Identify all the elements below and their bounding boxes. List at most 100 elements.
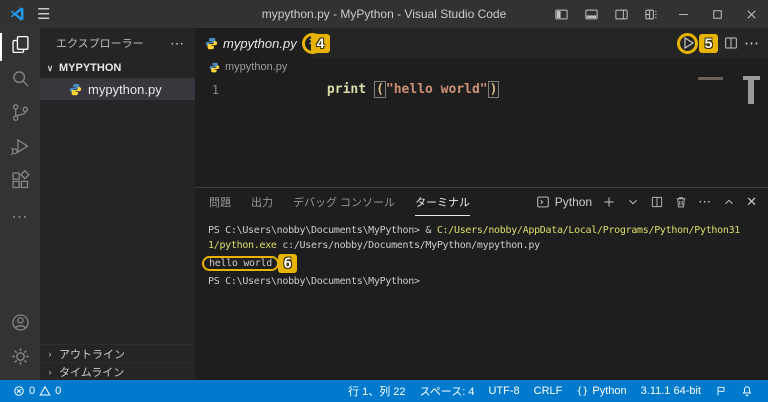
workspace-folder-row[interactable]: ∨ MYPYTHON: [40, 58, 195, 78]
run-python-file-icon[interactable]: [680, 35, 696, 51]
error-icon: [13, 385, 25, 397]
cursor-position-status[interactable]: 行 1、列 22: [343, 383, 410, 399]
bottom-panel: 問題 出力 デバッグ コンソール ターミナル Python ⋯ ✕ PS C:\…: [195, 187, 768, 380]
vscode-window: ☰ mypython.py - MyPython - Visual Studio…: [0, 0, 768, 402]
menu-icon[interactable]: ☰: [37, 7, 50, 22]
indentation-status[interactable]: スペース: 4: [415, 383, 480, 399]
maximize-button[interactable]: [700, 0, 734, 28]
search-icon: [10, 68, 31, 94]
gear-icon: [10, 346, 31, 372]
account-icon: [10, 312, 31, 338]
annotation-badge-4: 4: [311, 33, 330, 53]
file-item-label: mypython.py: [88, 81, 162, 97]
more-icon: ⋯: [11, 209, 29, 226]
close-window-button[interactable]: [734, 0, 768, 28]
source-control-icon: [10, 102, 31, 128]
code-editor[interactable]: 1 print ("hello world"): [195, 76, 768, 187]
terminal-icon: [536, 195, 550, 209]
terminal-dropdown-icon[interactable]: [626, 195, 640, 209]
new-terminal-icon[interactable]: [602, 195, 616, 209]
terminal-line-output: hello world 6: [202, 253, 768, 274]
code-open-paren: (: [374, 81, 386, 98]
activity-extensions-button[interactable]: [0, 166, 40, 200]
minimap-line: [698, 77, 723, 80]
notifications-status[interactable]: [736, 385, 758, 397]
status-bar: 0 0 行 1、列 22 スペース: 4 UTF-8 CRLF {} Pytho…: [0, 380, 768, 402]
minimize-button[interactable]: [666, 0, 700, 28]
chevron-right-icon: ›: [48, 348, 52, 359]
timeline-section[interactable]: › タイムライン: [40, 362, 195, 380]
code-string: "hello world": [385, 82, 488, 97]
extensions-icon: [10, 169, 31, 196]
problems-status[interactable]: 0 0: [8, 385, 66, 397]
split-terminal-icon[interactable]: [650, 195, 664, 209]
kill-terminal-icon[interactable]: [674, 195, 688, 209]
explorer-sidebar: エクスプローラー ⋯ ∨ MYPYTHON mypython.py › アウトラ…: [40, 28, 195, 380]
sidebar-title: エクスプローラー: [56, 38, 144, 50]
toggle-panel-icon[interactable]: [576, 0, 606, 28]
feedback-icon: [715, 385, 727, 397]
editor-tab-bar: mypython.py ✕ 4 5 ⋯: [195, 28, 768, 58]
chevron-right-icon: ›: [48, 366, 52, 377]
line-number: 1: [211, 82, 219, 97]
feedback-status[interactable]: [710, 385, 732, 397]
account-button[interactable]: [0, 308, 40, 342]
toggle-sidebar-icon[interactable]: [546, 0, 576, 28]
terminal-output[interactable]: PS C:\Users\nobby\Documents\MyPython> & …: [195, 216, 768, 380]
python-file-icon: [69, 83, 82, 96]
language-label: Python: [592, 385, 627, 397]
tab-problems[interactable]: 問題: [209, 188, 231, 216]
split-editor-icon[interactable]: [723, 35, 739, 51]
encoding-status[interactable]: UTF-8: [483, 385, 524, 397]
activity-search-button[interactable]: [0, 64, 40, 98]
customize-layout-icon[interactable]: [636, 0, 666, 28]
outline-label: アウトライン: [59, 348, 125, 361]
tab-terminal[interactable]: ターミナル: [415, 188, 471, 216]
settings-button[interactable]: [0, 342, 40, 376]
editor-more-icon[interactable]: ⋯: [744, 34, 760, 52]
code-close-paren: ): [487, 81, 500, 98]
language-mode-status[interactable]: {} Python: [571, 385, 631, 397]
scrollbar-thumb[interactable]: [748, 80, 754, 104]
bell-icon: [741, 385, 753, 397]
braces-icon: {}: [576, 385, 589, 397]
run-debug-icon: [10, 136, 31, 162]
tab-output[interactable]: 出力: [251, 188, 273, 216]
panel-more-icon[interactable]: ⋯: [698, 194, 712, 210]
tab-debug-console[interactable]: デバッグ コンソール: [293, 188, 395, 216]
file-item-mypython[interactable]: mypython.py: [40, 78, 195, 100]
activity-run-debug-button[interactable]: [0, 132, 40, 166]
activity-source-control-button[interactable]: [0, 98, 40, 132]
editor-group: mypython.py ✕ 4 5 ⋯: [195, 28, 768, 380]
maximize-panel-icon[interactable]: [722, 195, 736, 209]
explorer-more-icon[interactable]: ⋯: [170, 35, 185, 52]
tab-mypython[interactable]: mypython.py ✕: [195, 28, 323, 58]
title-bar: ☰ mypython.py - MyPython - Visual Studio…: [0, 0, 768, 28]
python-file-icon: [205, 37, 218, 50]
annotation-badge-5: 5: [699, 33, 718, 53]
close-panel-icon[interactable]: ✕: [746, 194, 758, 210]
warning-icon: [39, 385, 51, 397]
terminal-shell-label: Python: [554, 195, 593, 209]
annotation-box-hello-world: hello world: [202, 256, 279, 271]
chevron-down-icon: ∨: [46, 62, 54, 73]
vscode-logo-icon: [9, 6, 25, 22]
eol-status[interactable]: CRLF: [529, 385, 568, 397]
annotation-badge-6: 6: [277, 254, 297, 273]
code-keyword: print: [326, 82, 367, 97]
toggle-secondary-sidebar-icon[interactable]: [606, 0, 636, 28]
warning-count: 0: [55, 385, 62, 397]
terminal-line: PS C:\Users\nobby\Documents\MyPython> & …: [208, 225, 741, 236]
workspace-folder-label: MYPYTHON: [59, 62, 122, 74]
error-count: 0: [29, 385, 36, 397]
activity-more-button[interactable]: ⋯: [0, 200, 40, 234]
files-icon: [10, 34, 31, 60]
annotation-circle-run: [677, 32, 698, 54]
program-output: hello world: [209, 258, 272, 269]
activity-explorer-button[interactable]: [0, 30, 40, 64]
timeline-label: タイムライン: [59, 366, 125, 379]
outline-section[interactable]: › アウトライン: [40, 344, 195, 362]
code-line-1: 1 print ("hello world"): [195, 80, 768, 99]
python-interpreter-status[interactable]: 3.11.1 64-bit: [636, 385, 706, 397]
terminal-shell-selector[interactable]: Python: [536, 195, 592, 209]
